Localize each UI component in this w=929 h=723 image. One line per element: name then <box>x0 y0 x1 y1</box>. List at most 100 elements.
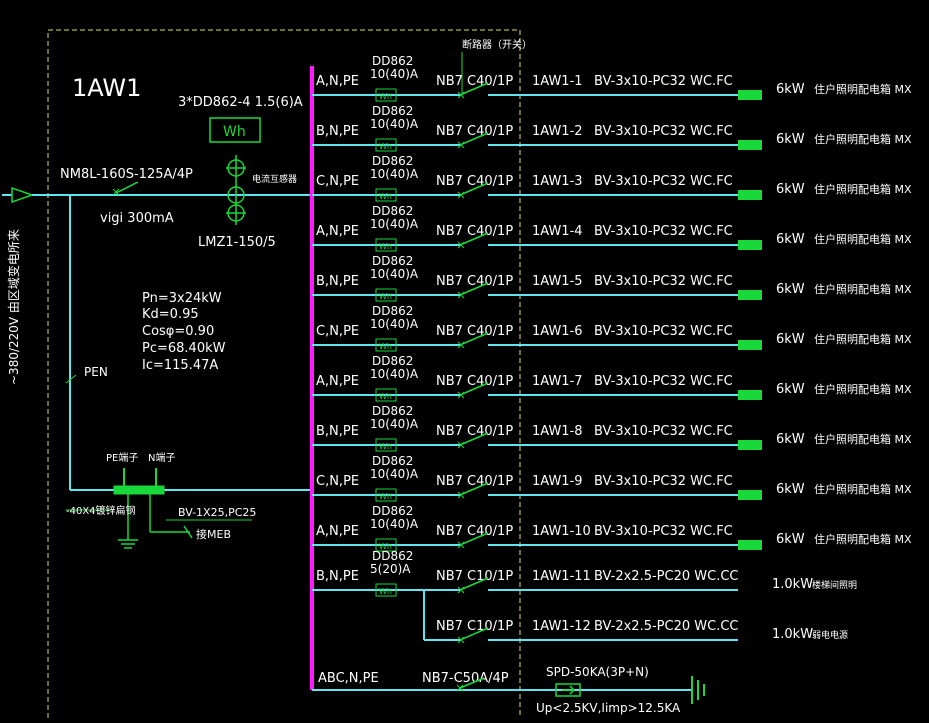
circuit-breaker-label: NB7 C40/1P <box>436 224 513 239</box>
meter-model: DD862 <box>372 354 413 368</box>
circuit-row: A,N,PE DD86210(40)A Wh NB7 C40/1P 1AW1-1 BV-3… <box>312 54 912 102</box>
circuit-phase: B,N,PE <box>316 124 359 139</box>
meter-symbol: Wh <box>379 342 392 351</box>
circuit-load: 6kW <box>776 482 805 497</box>
pe-terminal-label: PE端子 <box>106 451 138 464</box>
meter-model: DD862 <box>372 54 413 68</box>
main-breaker-label: NM8L-160S-125A/4P <box>60 167 193 182</box>
circuit-breaker-label: NB7 C40/1P <box>436 124 513 139</box>
circuit-id: 1AW1-9 <box>532 474 583 489</box>
circuit-load: 6kW <box>776 182 805 197</box>
circuit-cable: BV-3x10-PC32 WC.FC <box>594 224 733 239</box>
meter-symbol: Wh <box>379 242 392 251</box>
load-end-marker <box>738 190 762 200</box>
circuit-row: A,N,PE DD86210(40)A Wh NB7 C40/1P 1AW1-4 BV-3… <box>312 204 912 252</box>
meter-symbol: Wh <box>379 92 392 101</box>
meb-label: 接MEB <box>196 528 231 541</box>
ct-label: 电流互感器 <box>252 173 297 185</box>
meter-rating: 10(40)A <box>370 117 419 131</box>
circuit-breaker-label: NB7 C40/1P <box>436 474 513 489</box>
meter-symbol: Wh <box>379 142 392 151</box>
load-end-marker <box>738 440 762 450</box>
circuit-desc: 住户照明配电箱 MX <box>814 482 912 496</box>
rcd-label: vigi 300mA <box>100 211 174 226</box>
circuit-id: 1AW1-7 <box>532 374 583 389</box>
circuit-id: 1AW1-3 <box>532 174 583 189</box>
circuit-breaker-label: NB7 C10/1P <box>436 569 513 584</box>
circuit-load: 6kW <box>776 82 805 97</box>
meter-rating: 5(20)A <box>370 562 411 576</box>
circuit-cable: BV-3x10-PC32 WC.FC <box>594 374 733 389</box>
meter-symbol: Wh <box>379 587 392 596</box>
load-end-marker <box>738 290 762 300</box>
circuit-row: B,N,PE DD8625(20)A Wh NB7 C10/1P 1AW1-11 BV-2… <box>312 549 857 597</box>
main-breaker-icon <box>112 181 139 196</box>
meter-symbol: Wh <box>379 442 392 451</box>
circuit-breaker-label: NB7 C40/1P <box>436 274 513 289</box>
spd-breaker-label: NB7-C50A/4P <box>422 671 509 686</box>
ground-symbol-icon <box>691 676 705 704</box>
panel-title: 1AW1 <box>72 74 141 102</box>
circuit-row: C,N,PE DD86210(40)A Wh NB7 C40/1P 1AW1-9 BV-3… <box>312 454 912 502</box>
circuit-cable: BV-3x10-PC32 WC.FC <box>594 474 733 489</box>
meter-rating: 10(40)A <box>370 417 419 431</box>
spd-model: SPD-50KA(3P+N) <box>546 665 649 679</box>
circuit-desc: 住户照明配电箱 MX <box>814 332 912 346</box>
circuit-phase: C,N,PE <box>316 174 359 189</box>
meter-model: DD862 <box>372 504 413 518</box>
circuit-row: B,N,PE DD86210(40)A Wh NB7 C40/1P 1AW1-5 BV-3… <box>312 254 912 302</box>
circuit-desc: 楼梯间照明 <box>812 579 857 591</box>
circuit-load: 6kW <box>776 282 805 297</box>
circuit-load: 6kW <box>776 332 805 347</box>
meter-model: DD862 <box>372 304 413 318</box>
circuit-breaker-label: NB7 C40/1P <box>436 74 513 89</box>
circuit-cable: BV-3x10-PC32 WC.FC <box>594 324 733 339</box>
incoming-arrow-icon <box>2 186 35 204</box>
meter-model: DD862 <box>372 404 413 418</box>
main-meter-symbol: Wh <box>223 124 246 140</box>
circuit-desc: 住户照明配电箱 MX <box>814 82 912 96</box>
meter-rating: 10(40)A <box>370 467 419 481</box>
calc-line: Pc=68.40kW <box>142 341 226 356</box>
circuit-breaker-label: NB7 C10/1P <box>436 619 513 634</box>
circuit-load: 6kW <box>776 232 805 247</box>
main-meter-title: 3*DD862-4 1.5(6)A <box>178 95 303 110</box>
meter-model: DD862 <box>372 254 413 268</box>
n-terminal-label: N端子 <box>148 451 175 464</box>
circuit-load: 6kW <box>776 432 805 447</box>
load-end-marker <box>738 390 762 400</box>
circuit-breaker-label: NB7 C40/1P <box>436 524 513 539</box>
calc-line: Ic=115.47A <box>142 358 218 373</box>
distribution-diagram: 1AW1 ~380/220V 由区域变电所来 NM8L-160S-125A/4P… <box>2 29 912 718</box>
circuit-load: 6kW <box>776 132 805 147</box>
meter-rating: 10(40)A <box>370 367 419 381</box>
load-end-marker <box>738 240 762 250</box>
load-end-marker <box>738 490 762 500</box>
circuit-desc: 住户照明配电箱 MX <box>814 182 912 196</box>
circuit-breaker-label: NB7 C40/1P <box>436 174 513 189</box>
circuit-row: A,N,PE DD86210(40)A Wh NB7 C40/1P 1AW1-7 BV-3… <box>312 354 912 402</box>
spd-spec: Up<2.5KV,Iimp>12.5KA <box>536 701 681 715</box>
pen-label: PEN <box>84 365 108 379</box>
spd-phase-label: ABC,N,PE <box>318 671 379 686</box>
meter-symbol: Wh <box>379 492 392 501</box>
meter-model: DD862 <box>372 154 413 168</box>
circuit-cable: BV-3x10-PC32 WC.FC <box>594 174 733 189</box>
circuit-row: C,N,PE DD86210(40)A Wh NB7 C40/1P 1AW1-6 BV-3… <box>312 304 912 352</box>
meter-rating: 10(40)A <box>370 167 419 181</box>
circuit-load: 1.0kW <box>772 577 813 592</box>
circuit-row: C,N,PE DD86210(40)A Wh NB7 C40/1P 1AW1-3 BV-3… <box>312 154 912 202</box>
meter-model: DD862 <box>372 104 413 118</box>
circuit-desc: 弱电电源 <box>812 629 848 641</box>
circuit-cable: BV-3x10-PC32 WC.FC <box>594 124 733 139</box>
current-transformer-icon <box>226 155 246 225</box>
calc-line: Cosφ=0.90 <box>142 324 214 339</box>
load-end-marker <box>738 140 762 150</box>
meter-model: DD862 <box>372 549 413 563</box>
load-end-marker <box>738 540 762 550</box>
circuit-desc: 住户照明配电箱 MX <box>814 382 912 396</box>
circuit-breaker-label: NB7 C40/1P <box>436 374 513 389</box>
breaker-note: 断路器（开关） <box>462 38 532 51</box>
circuit-desc: 住户照明配电箱 MX <box>814 282 912 296</box>
circuit-desc: 住户照明配电箱 MX <box>814 532 912 546</box>
